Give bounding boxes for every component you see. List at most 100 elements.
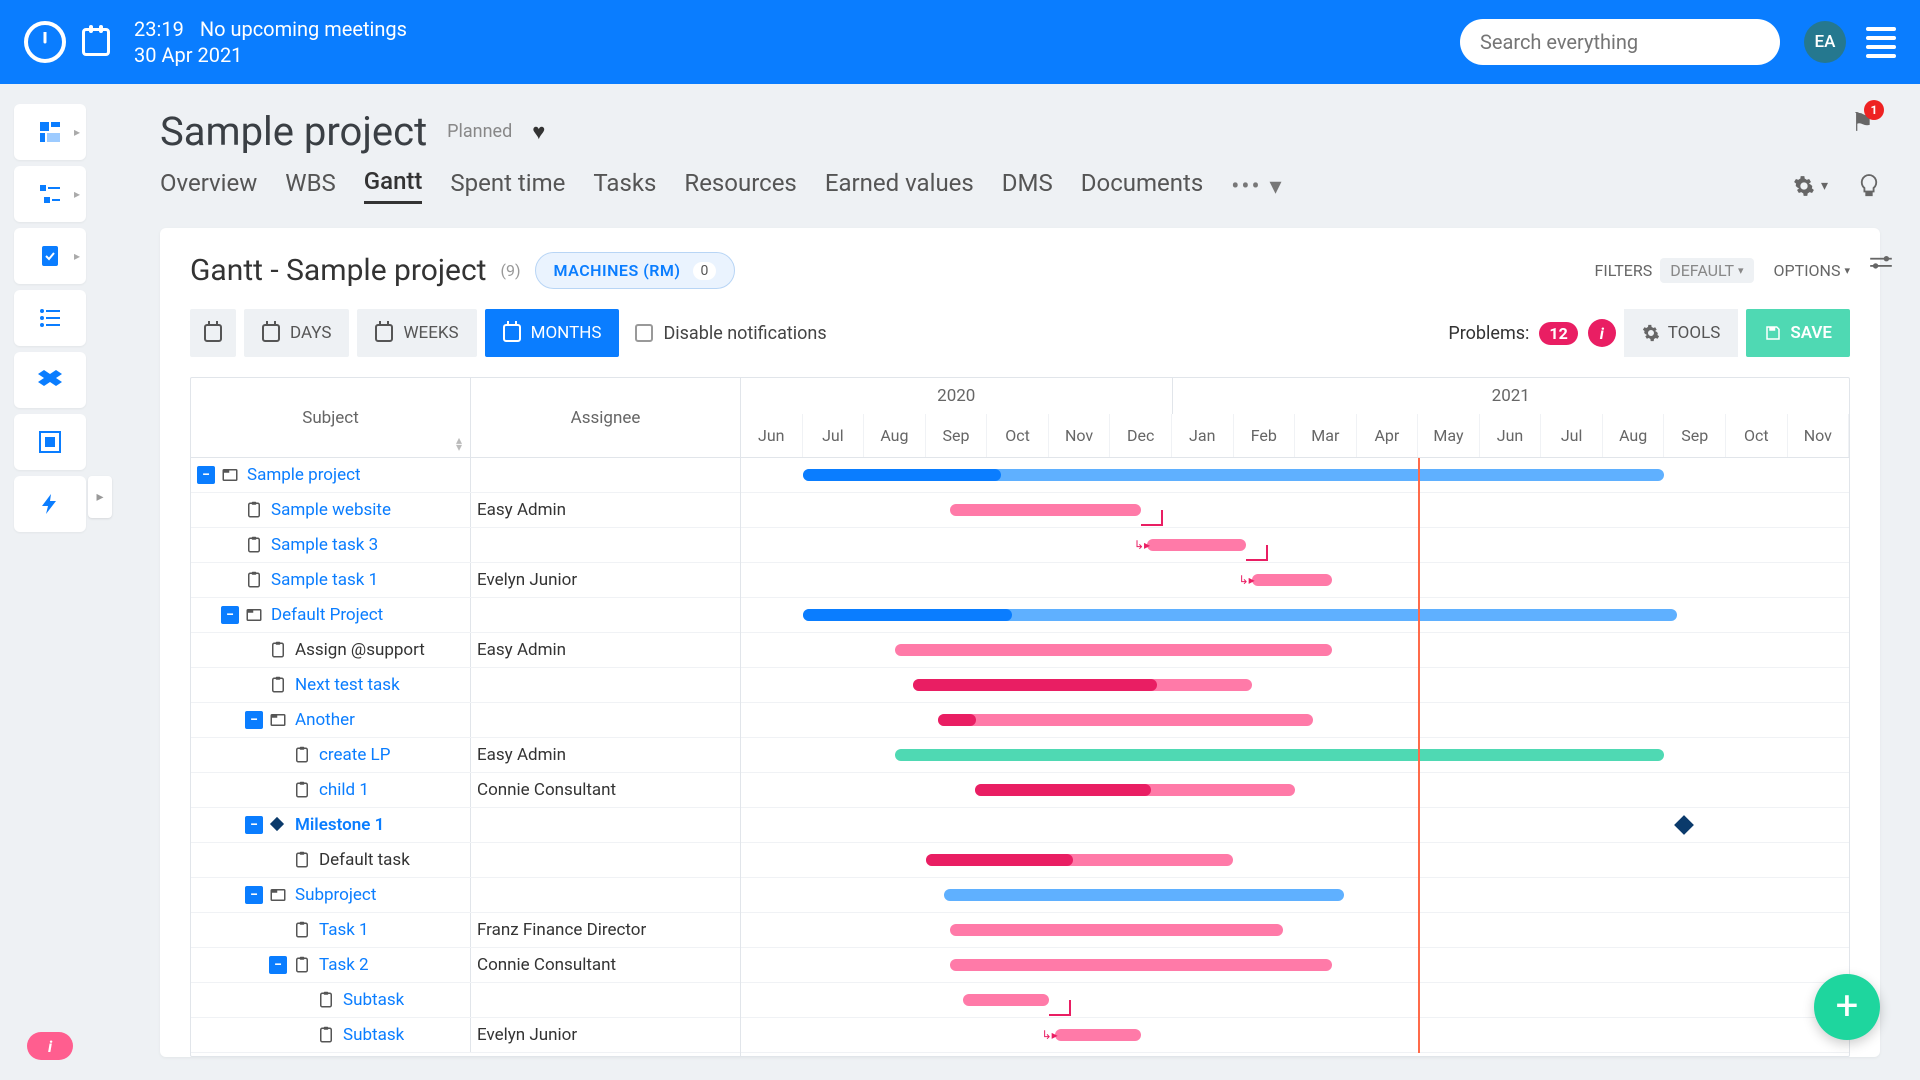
- row-label[interactable]: Task 1: [319, 920, 369, 940]
- collapse-toggle[interactable]: −: [245, 711, 263, 729]
- side-dropbox[interactable]: [14, 352, 86, 408]
- tab-spent-time[interactable]: Spent time: [450, 169, 565, 203]
- collapse-toggle[interactable]: −: [197, 466, 215, 484]
- save-button[interactable]: SAVE: [1746, 309, 1850, 357]
- panel-settings-icon[interactable]: [1870, 256, 1892, 274]
- tab-documents[interactable]: Documents: [1081, 169, 1204, 203]
- sort-icon[interactable]: ▴▾: [456, 437, 462, 451]
- scale-days-button[interactable]: DAYS: [244, 309, 349, 357]
- table-row[interactable]: − Subproject: [191, 878, 740, 913]
- problems-count-badge[interactable]: 12: [1539, 322, 1577, 345]
- tab-earned-values[interactable]: Earned values: [825, 169, 974, 203]
- table-row[interactable]: SubtaskEvelyn Junior: [191, 1018, 740, 1053]
- disable-notifications-checkbox[interactable]: Disable notifications: [635, 323, 826, 344]
- side-dashboard[interactable]: ▸: [14, 104, 86, 160]
- user-avatar[interactable]: EA: [1804, 21, 1846, 63]
- gantt-bar[interactable]: [913, 679, 1252, 691]
- machines-chip[interactable]: MACHINES (RM) 0: [535, 252, 736, 289]
- row-label[interactable]: Next test task: [295, 675, 400, 695]
- gantt-bar[interactable]: [803, 469, 1665, 481]
- row-label[interactable]: Subproject: [295, 885, 376, 905]
- gantt-bar[interactable]: [1055, 1029, 1141, 1041]
- calendar-icon[interactable]: [82, 28, 110, 56]
- column-assignee-header[interactable]: Assignee: [471, 378, 740, 457]
- calendar-picker-button[interactable]: [190, 309, 236, 357]
- table-row[interactable]: − Sample project: [191, 458, 740, 493]
- gantt-bar[interactable]: [950, 924, 1282, 936]
- tab-resources[interactable]: Resources: [684, 169, 796, 203]
- table-row[interactable]: − Default Project: [191, 598, 740, 633]
- tab-dms[interactable]: DMS: [1002, 169, 1053, 203]
- app-logo-icon[interactable]: [24, 21, 66, 63]
- collapse-toggle[interactable]: −: [245, 816, 263, 834]
- side-tasks[interactable]: ▸: [14, 228, 86, 284]
- scale-months-button[interactable]: MONTHS: [485, 309, 620, 357]
- scale-weeks-button[interactable]: WEEKS: [357, 309, 476, 357]
- options-dropdown[interactable]: OPTIONS▾: [1774, 261, 1850, 280]
- row-label[interactable]: Another: [295, 710, 355, 730]
- gantt-bar[interactable]: [895, 749, 1664, 761]
- tab-overview[interactable]: Overview: [160, 169, 257, 203]
- table-row[interactable]: create LPEasy Admin: [191, 738, 740, 773]
- search-input[interactable]: [1480, 30, 1760, 54]
- row-label[interactable]: Sample task 3: [271, 535, 378, 555]
- gantt-bar[interactable]: [1147, 539, 1245, 551]
- row-label[interactable]: Sample task 1: [271, 570, 378, 590]
- row-label[interactable]: Subtask: [343, 990, 404, 1010]
- table-row[interactable]: Next test task: [191, 668, 740, 703]
- lightbulb-icon[interactable]: [1858, 173, 1880, 199]
- collapse-toggle[interactable]: −: [269, 956, 287, 974]
- tab-gantt[interactable]: Gantt: [364, 167, 423, 204]
- row-label: Default task: [319, 850, 410, 870]
- table-row[interactable]: − Milestone 1: [191, 808, 740, 843]
- table-row[interactable]: −Task 2Connie Consultant: [191, 948, 740, 983]
- more-tabs-button[interactable]: ••• ▾: [1231, 172, 1283, 200]
- table-row[interactable]: Task 1Franz Finance Director: [191, 913, 740, 948]
- problems-info-icon[interactable]: i: [1588, 319, 1616, 347]
- gantt-bar[interactable]: [938, 714, 1313, 726]
- add-fab-button[interactable]: +: [1814, 974, 1880, 1040]
- tab-wbs[interactable]: WBS: [285, 169, 336, 203]
- column-subject-header[interactable]: Subject ▴▾: [191, 378, 471, 457]
- table-row[interactable]: − Another: [191, 703, 740, 738]
- sidebar-info-badge[interactable]: i: [27, 1032, 73, 1060]
- gantt-bar[interactable]: [926, 854, 1234, 866]
- menu-icon[interactable]: [1866, 27, 1896, 58]
- milestone-marker[interactable]: [1674, 815, 1694, 835]
- gantt-bar[interactable]: [950, 959, 1332, 971]
- side-hierarchy[interactable]: ▸: [14, 166, 86, 222]
- table-row[interactable]: Subtask: [191, 983, 740, 1018]
- row-label[interactable]: Default Project: [271, 605, 383, 625]
- table-row[interactable]: Sample websiteEasy Admin: [191, 493, 740, 528]
- favorite-icon[interactable]: ♥: [532, 119, 545, 145]
- tools-button[interactable]: TOOLS: [1624, 309, 1739, 357]
- row-label[interactable]: Sample website: [271, 500, 391, 520]
- row-label[interactable]: Subtask: [343, 1025, 404, 1045]
- side-bolt[interactable]: [14, 476, 86, 532]
- tab-tasks[interactable]: Tasks: [593, 169, 656, 203]
- table-row[interactable]: child 1Connie Consultant: [191, 773, 740, 808]
- collapse-toggle[interactable]: −: [221, 606, 239, 624]
- filters-dropdown[interactable]: DEFAULT▾: [1660, 258, 1753, 283]
- gantt-bar[interactable]: [803, 609, 1677, 621]
- row-label[interactable]: Task 2: [319, 955, 369, 975]
- row-label[interactable]: create LP: [319, 745, 390, 765]
- flag-icon[interactable]: ⚑ 1: [1851, 108, 1874, 138]
- row-label[interactable]: child 1: [319, 780, 369, 800]
- gantt-bar[interactable]: [963, 994, 1049, 1006]
- gantt-bar[interactable]: [1252, 574, 1332, 586]
- gantt-bar[interactable]: [975, 784, 1295, 796]
- collapse-toggle[interactable]: −: [245, 886, 263, 904]
- table-row[interactable]: Default task: [191, 843, 740, 878]
- table-row[interactable]: Sample task 1Evelyn Junior: [191, 563, 740, 598]
- gantt-bar[interactable]: [895, 644, 1332, 656]
- side-list[interactable]: [14, 290, 86, 346]
- row-label[interactable]: Sample project: [247, 465, 361, 485]
- table-row[interactable]: Assign @supportEasy Admin: [191, 633, 740, 668]
- settings-dropdown[interactable]: ▾: [1793, 175, 1828, 197]
- table-row[interactable]: Sample task 3: [191, 528, 740, 563]
- side-group[interactable]: [14, 414, 86, 470]
- gantt-bar[interactable]: [950, 504, 1141, 516]
- gantt-bar[interactable]: [944, 889, 1344, 901]
- row-label[interactable]: Milestone 1: [295, 815, 384, 835]
